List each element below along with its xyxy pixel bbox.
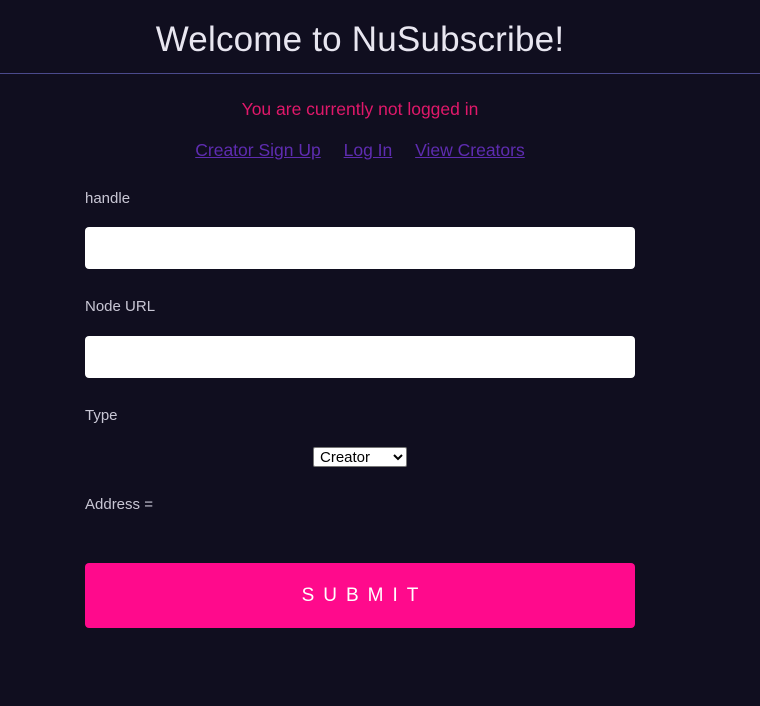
view-creators-link[interactable]: View Creators bbox=[415, 140, 525, 160]
node-url-input[interactable] bbox=[85, 336, 635, 378]
handle-label: handle bbox=[85, 190, 131, 207]
login-status: You are currently not logged in bbox=[241, 99, 479, 119]
nav-links: Creator Sign Up Log In View Creators bbox=[0, 139, 720, 161]
page: Welcome to NuSubscribe! You are currentl… bbox=[0, 0, 760, 706]
log-in-link[interactable]: Log In bbox=[344, 140, 393, 160]
type-select[interactable]: Creator bbox=[313, 447, 407, 467]
address-label: Address = bbox=[85, 496, 153, 513]
creator-sign-up-link[interactable]: Creator Sign Up bbox=[195, 140, 320, 160]
type-label: Type bbox=[85, 407, 118, 424]
page-title: Welcome to NuSubscribe! bbox=[155, 20, 565, 59]
node-url-label: Node URL bbox=[85, 298, 156, 315]
handle-input[interactable] bbox=[85, 227, 635, 269]
submit-button[interactable]: SUBMIT bbox=[85, 563, 635, 628]
